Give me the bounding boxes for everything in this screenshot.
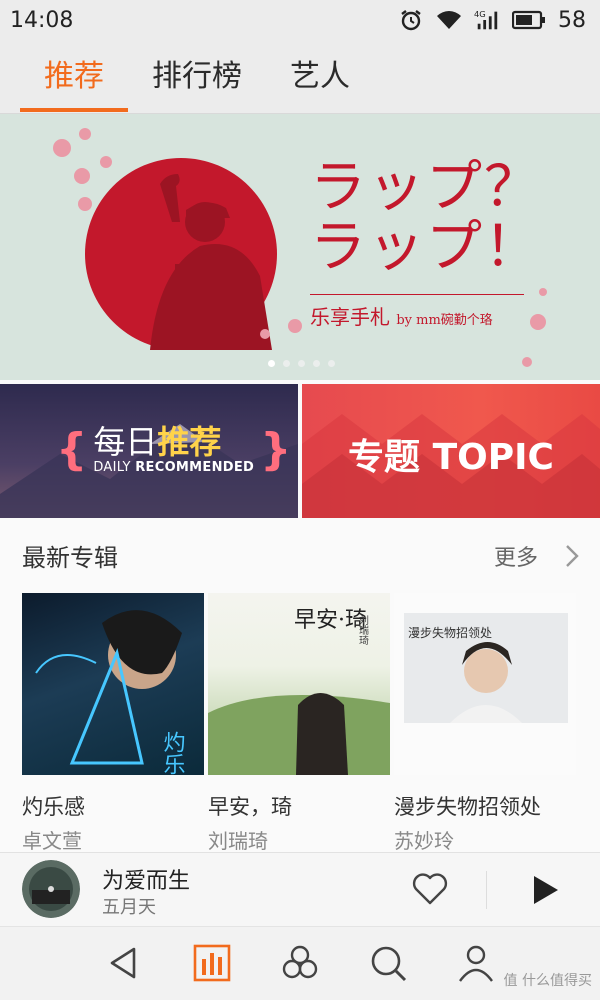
topic-label: 专题 TOPIC [348,437,554,478]
tab-recommend[interactable]: 推荐 [44,40,104,114]
album-title: 灼乐感 [22,795,85,819]
svg-text:灼乐感: 灼乐感 [160,731,186,775]
wifi-icon [436,8,462,32]
watermark: 值 什么值得买 [503,973,592,989]
banner-title: ラップ？ ラップ！ [310,158,542,278]
status-bar: 14:08 4G 58 [0,0,600,40]
banner-pagination [268,360,335,367]
album-title: 早安，琦 [208,795,292,819]
promo-banner[interactable]: ラップ？ ラップ！ 乐享手札 by mm碗勤个珞 [0,114,600,380]
now-playing-title: 为爱而生 [102,869,191,894]
banner-dot[interactable] [283,360,290,367]
album-cover[interactable]: 早安·琦 刘瑞琦 [208,593,390,775]
album-card[interactable]: 灼乐感 灼乐感 卓文萱 [22,593,206,853]
album-card[interactable]: 早安·琦 刘瑞琦 早安，琦 刘瑞琦 [208,593,392,853]
now-playing-artist: 五月天 [102,897,156,918]
banner-subtitle-main: 乐享手札 [310,305,390,329]
album-artist: 卓文萱 [22,829,82,853]
album-cover[interactable]: 灼乐感 [22,593,204,775]
battery-icon [512,8,546,32]
top-tab-bar: 推荐 排行榜 艺人 [0,40,600,114]
latest-albums-more-link[interactable]: 更多 [494,540,538,572]
profile-icon[interactable] [456,943,496,983]
back-icon[interactable] [104,943,144,983]
album-card[interactable]: 漫步失物招领处 漫步失物招领处 苏妙玲 [394,593,578,853]
discover-icon[interactable] [280,943,320,983]
svg-text:漫步失物招领处: 漫步失物招领处 [408,625,492,640]
banner-dot[interactable] [268,360,275,367]
chevron-right-icon[interactable] [562,543,582,569]
banner-subtitle: 乐享手札 by mm碗勤个珞 [310,294,524,330]
now-playing-cover[interactable] [22,860,80,918]
topic-card[interactable]: 专题 TOPIC [302,384,600,518]
bottom-navigation: 值 什么值得买 [0,926,600,1000]
alarm-icon [398,8,424,32]
daily-en-prefix: DAILY [93,460,131,475]
svg-text:4G: 4G [474,9,486,19]
album-cover-art: 漫步失物招领处 [404,613,568,723]
banner-dot[interactable] [313,360,320,367]
album-cover[interactable]: 漫步失物招领处 [394,593,576,775]
status-icons: 4G 58 [398,8,586,33]
right-brace-icon: } [260,423,292,475]
album-cover-art: 早安·琦 刘瑞琦 [208,608,390,775]
banner-dot[interactable] [328,360,335,367]
daily-recommend-label: { 每日推荐 DAILY RECOMMENDED } [56,424,291,475]
banner-title-line-1: ラップ？ [310,155,542,220]
album-cover-art: 灼乐感 [35,610,186,775]
tab-artists[interactable]: 艺人 [290,40,350,114]
music-bars-icon[interactable] [192,943,232,983]
latest-albums-title: 最新专辑 [22,544,118,572]
album-artist: 刘瑞琦 [208,829,268,853]
active-tab-indicator [20,108,128,112]
daily-en-highlight: RECOMMENDED [135,460,255,475]
banner-subtitle-by: by mm碗勤个珞 [396,313,493,328]
mini-player[interactable]: 为爱而生 五月天 [0,852,600,926]
album-title: 漫步失物招领处 [394,795,541,819]
daily-cn-highlight: 推荐 [157,423,222,461]
search-icon[interactable] [368,943,408,983]
status-time: 14:08 [10,7,74,33]
cellular-signal-icon: 4G [474,8,500,32]
album-artist: 苏妙玲 [394,829,454,853]
svg-text:刘瑞琦: 刘瑞琦 [357,615,369,645]
banner-title-line-2: ラップ！ [310,215,542,280]
left-brace-icon: { [56,423,88,475]
player-divider [486,871,487,909]
banner-dot[interactable] [298,360,305,367]
play-icon[interactable] [528,873,562,907]
battery-level: 58 [558,7,586,33]
tab-charts[interactable]: 排行榜 [152,40,242,114]
daily-cn-prefix: 每日 [93,423,158,461]
daily-recommend-card[interactable]: { 每日推荐 DAILY RECOMMENDED } [0,384,298,518]
heart-icon[interactable] [410,869,450,909]
